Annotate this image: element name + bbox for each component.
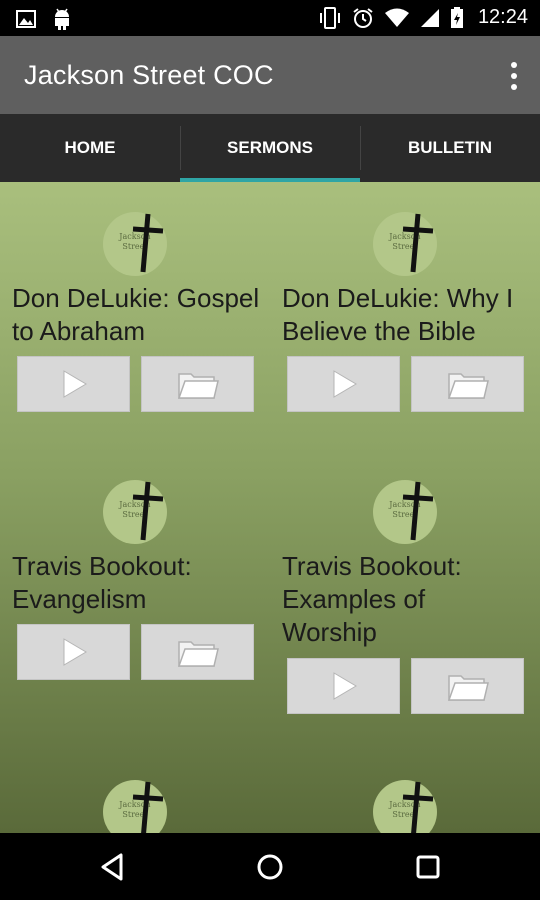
- sermon-title: Travis Bookout: Evangelism: [12, 551, 192, 614]
- play-button[interactable]: [17, 356, 130, 412]
- play-button[interactable]: [287, 658, 400, 714]
- cross-icon: [402, 781, 434, 833]
- cross-icon: [402, 481, 434, 541]
- cross-icon: [132, 213, 164, 273]
- signal-icon: [420, 8, 439, 27]
- app-bar: Jackson Street COC: [0, 36, 540, 114]
- navigation-bar: [0, 833, 540, 900]
- more-vert-icon[interactable]: [508, 62, 520, 90]
- tab-home[interactable]: HOME: [0, 114, 180, 182]
- sermon-card: Jackson Street Travis Bookout: Examples o…: [270, 452, 540, 782]
- sermon-card: Jackson Street Don DeLukie: Gospel to Abr…: [0, 182, 270, 472]
- recents-icon[interactable]: [412, 851, 444, 883]
- play-icon: [63, 370, 87, 398]
- folder-icon: [447, 675, 489, 701]
- folder-icon: [177, 641, 219, 667]
- status-bar: 12:24: [0, 0, 540, 36]
- alarm-icon: [353, 7, 373, 28]
- cross-icon: [132, 781, 164, 833]
- folder-icon: [177, 373, 219, 399]
- image-notification-icon: [16, 10, 36, 28]
- cross-icon: [132, 481, 164, 541]
- play-button[interactable]: [17, 624, 130, 680]
- play-icon: [63, 638, 87, 666]
- church-logo: Jackson Street: [103, 212, 167, 276]
- folder-button[interactable]: [411, 658, 524, 714]
- tab-sermons[interactable]: SERMONS: [180, 114, 360, 182]
- sermon-card: Jackson Street Don DeLukie: Why I Believe…: [270, 182, 540, 472]
- church-logo: Jackson Street: [373, 212, 437, 276]
- status-time: 12:24: [477, 6, 528, 28]
- folder-button[interactable]: [141, 356, 254, 412]
- play-icon: [333, 370, 357, 398]
- battery-icon: [450, 6, 463, 28]
- folder-icon: [447, 373, 489, 399]
- church-logo: Jackson Street: [373, 780, 437, 833]
- sermon-list[interactable]: Jackson Street Don DeLukie: Gospel to Abr…: [0, 182, 540, 833]
- tab-bulletin[interactable]: BULLETIN: [360, 114, 540, 182]
- sermon-title: Don DeLukie: Why I Believe the Bible: [282, 283, 514, 346]
- android-notification-icon: [55, 8, 69, 30]
- church-logo: Jackson Street: [103, 780, 167, 833]
- church-logo: Jackson Street: [373, 480, 437, 544]
- wifi-icon: [384, 8, 409, 27]
- vibrate-icon: [319, 6, 340, 29]
- app-title: Jackson Street COC: [24, 60, 274, 90]
- tab-bar: HOME SERMONS BULLETIN: [0, 114, 540, 182]
- home-icon[interactable]: [254, 851, 286, 883]
- sermon-card: Jackson Street Travis Bookout: Evangelism: [0, 452, 270, 742]
- folder-button[interactable]: [141, 624, 254, 680]
- church-logo: Jackson Street: [103, 480, 167, 544]
- back-icon[interactable]: [97, 851, 129, 883]
- play-icon: [333, 672, 357, 700]
- folder-button[interactable]: [411, 356, 524, 412]
- sermon-title: Travis Bookout: Examples of Worship: [282, 551, 462, 647]
- cross-icon: [402, 213, 434, 273]
- play-button[interactable]: [287, 356, 400, 412]
- sermon-title: Don DeLukie: Gospel to Abraham: [12, 283, 260, 346]
